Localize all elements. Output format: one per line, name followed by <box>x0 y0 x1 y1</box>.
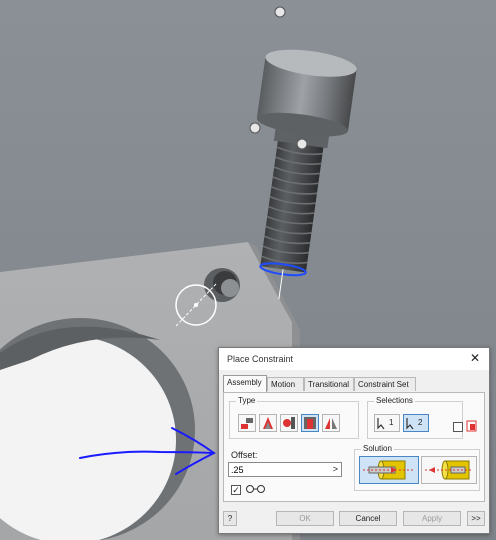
first-selection-button[interactable]: 1 <box>374 414 400 432</box>
close-icon[interactable]: ✕ <box>467 350 483 366</box>
tangent-constraint-icon <box>283 417 295 429</box>
tab-constraint-set[interactable]: Constraint Set <box>354 377 416 391</box>
selections-group: Selections 1 2 <box>367 396 463 439</box>
place-constraint-dialog: Place Constraint ✕ Assembly Motion Trans… <box>218 347 490 534</box>
tangent-constraint-button[interactable] <box>280 414 298 432</box>
type-group: Type <box>229 396 359 439</box>
assembly-tab-panel: Type Selections 1 2 Offset: .25 > Soluti… <box>223 392 485 502</box>
type-group-label: Type <box>236 396 258 405</box>
apply-button[interactable]: Apply <box>403 511 461 526</box>
more-button[interactable]: >> <box>467 511 485 526</box>
tab-transitional[interactable]: Transitional <box>304 377 354 391</box>
first-selection-label: 1 <box>389 418 394 427</box>
selections-group-label: Selections <box>374 396 415 405</box>
dialog-titlebar[interactable]: Place Constraint ✕ <box>219 348 489 370</box>
symmetry-constraint-button[interactable] <box>322 414 340 432</box>
offset-field[interactable]: > <box>228 462 342 477</box>
pick-part-first-icon <box>466 420 477 432</box>
help-button[interactable]: ? <box>223 511 237 526</box>
solution-group-label: Solution <box>361 444 394 453</box>
angle-constraint-button[interactable] <box>259 414 277 432</box>
offset-arrow-icon[interactable]: > <box>333 463 338 476</box>
select-arrow-icon <box>377 418 385 430</box>
solution-group: Solution <box>354 444 480 491</box>
ok-button[interactable]: OK <box>276 511 334 526</box>
mate-constraint-icon <box>241 418 253 429</box>
tab-motion[interactable]: Motion <box>267 377 304 391</box>
pick-part-first-checkbox[interactable] <box>453 422 463 432</box>
mate-constraint-button[interactable] <box>238 414 256 432</box>
opposed-solution-icon <box>363 460 415 480</box>
symmetry-constraint-icon <box>325 418 337 429</box>
cancel-button[interactable]: Cancel <box>339 511 397 526</box>
aligned-solution-icon <box>425 460 473 480</box>
offset-input[interactable] <box>231 464 327 475</box>
select-arrow-icon <box>406 418 414 430</box>
second-selection-label: 2 <box>418 418 423 427</box>
preview-checkbox[interactable]: ✓ <box>231 485 241 495</box>
second-selection-button[interactable]: 2 <box>403 414 429 432</box>
angle-constraint-icon <box>263 417 273 429</box>
tab-assembly[interactable]: Assembly <box>223 375 267 392</box>
insert-constraint-icon <box>304 417 316 429</box>
offset-label: Offset: <box>231 450 258 460</box>
dialog-title: Place Constraint <box>227 354 294 364</box>
insert-constraint-button[interactable] <box>301 414 319 432</box>
preview-glasses-icon <box>246 485 265 493</box>
aligned-solution-button[interactable] <box>421 456 477 484</box>
opposed-solution-button[interactable] <box>359 456 419 484</box>
